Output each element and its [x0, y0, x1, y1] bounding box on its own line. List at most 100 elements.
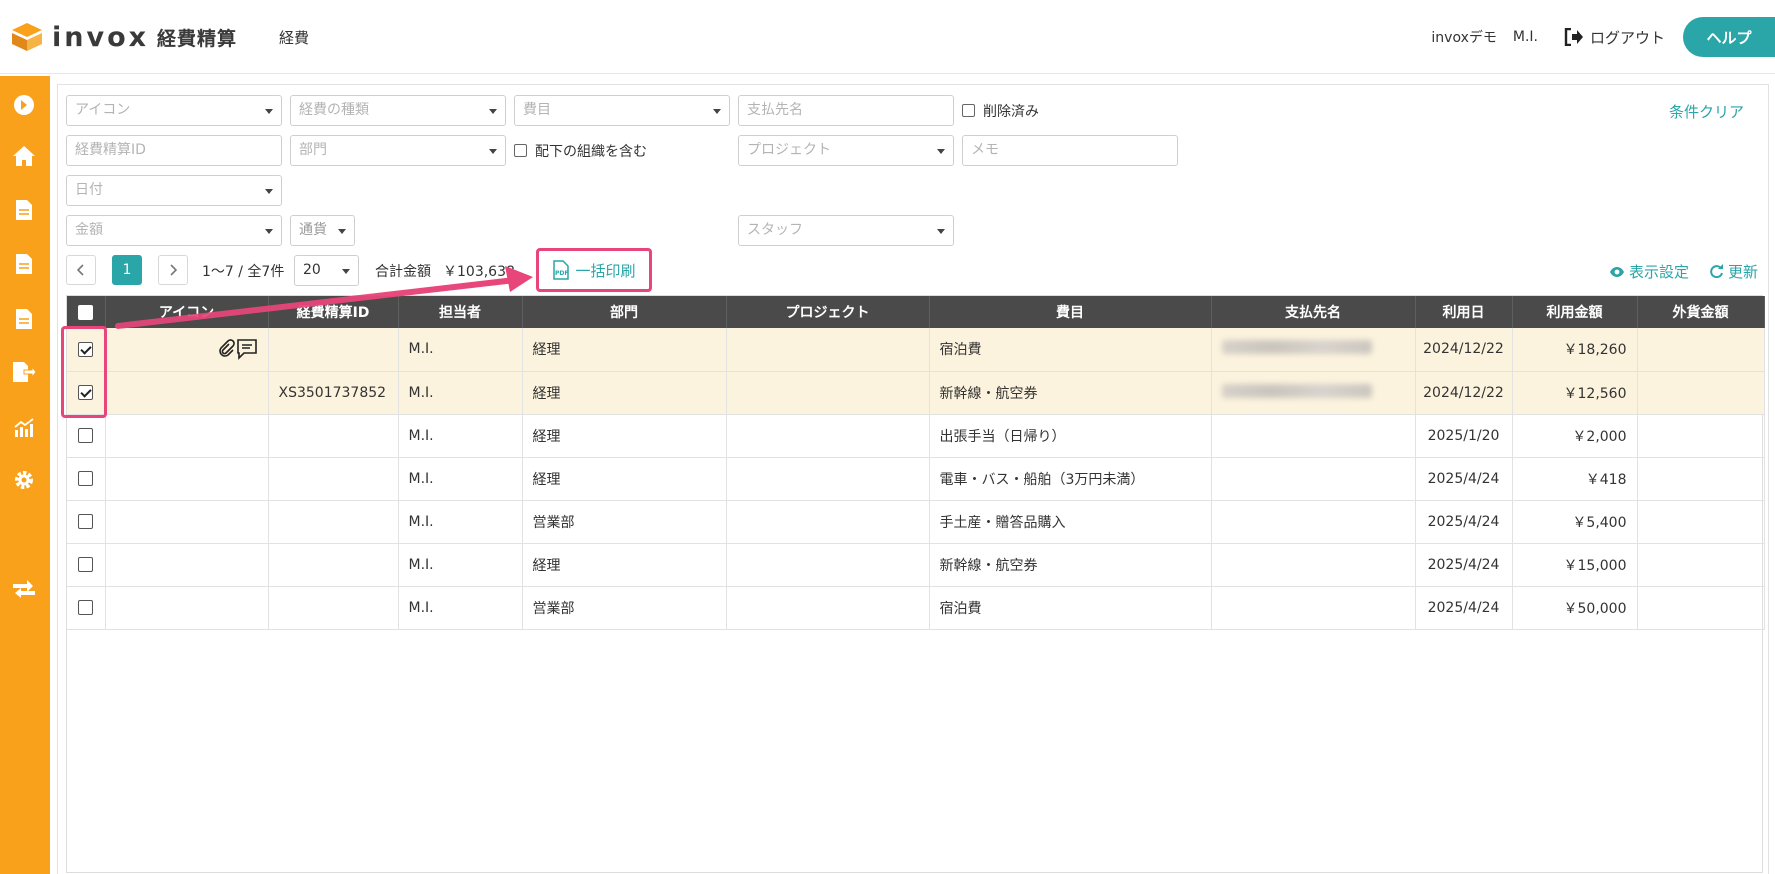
filter-staff-select[interactable]: スタッフ — [738, 215, 954, 246]
prev-page-button[interactable] — [66, 255, 96, 285]
page-range: 1〜7 / 全7件 — [202, 264, 285, 280]
row-checkbox[interactable] — [78, 600, 94, 615]
comment-icon[interactable] — [236, 338, 258, 361]
row-expense-id — [268, 414, 399, 457]
total-amount-value: ￥103,638 — [443, 264, 515, 280]
column-header[interactable]: 利用日 — [1415, 296, 1513, 328]
row-foreign-amount — [1637, 586, 1765, 629]
row-checkbox[interactable] — [78, 471, 94, 486]
column-header[interactable]: 部門 — [522, 296, 727, 328]
gear-icon[interactable] — [12, 468, 36, 492]
row-category: 宿泊費 — [929, 328, 1212, 371]
select-all-checkbox[interactable] — [78, 304, 94, 320]
filter-category-select[interactable]: 費目 — [514, 95, 730, 126]
row-foreign-amount — [1637, 371, 1765, 414]
row-staff: M.I. — [398, 371, 523, 414]
row-select-cell[interactable] — [67, 586, 106, 629]
logo[interactable]: invox 経費精算 — [10, 20, 237, 54]
page-button-current[interactable]: 1 — [112, 255, 142, 285]
document-icon[interactable] — [12, 198, 36, 222]
column-header[interactable]: 利用金額 — [1512, 296, 1638, 328]
table-row[interactable]: XS3501737852 M.I. 経理 新幹線・航空券 2024/12/22 ￥12,5… — [67, 371, 1765, 414]
filter-expense-id-input[interactable]: 経費精算ID — [66, 135, 282, 166]
next-page-button[interactable] — [158, 255, 188, 285]
table-row[interactable]: M.I. 営業部 手土産・贈答品購入 2025/4/24 ￥5,400 — [67, 500, 1765, 543]
help-button[interactable]: ヘルプ — [1683, 17, 1775, 57]
row-icons-cell — [105, 500, 269, 543]
row-staff: M.I. — [398, 500, 523, 543]
row-icons-cell — [105, 457, 269, 500]
filter-department-select[interactable]: 部門 — [290, 135, 506, 166]
filter-amount-select[interactable]: 金額 — [66, 215, 282, 246]
column-header[interactable]: 支払先名 — [1211, 296, 1416, 328]
table-row[interactable]: M.I. 営業部 宿泊費 2025/4/24 ￥50,000 — [67, 586, 1765, 629]
filter-date-select[interactable]: 日付 — [66, 175, 282, 206]
filter-include-sub-checkbox[interactable]: 配下の組織を含む — [514, 135, 647, 166]
row-project — [726, 414, 930, 457]
filter-currency-select[interactable]: 通貨 — [290, 215, 355, 246]
logout-button[interactable]: ログアウト — [1564, 27, 1665, 48]
filter-deleted-checkbox[interactable]: 削除済み — [962, 95, 1039, 126]
row-staff: M.I. — [398, 414, 523, 457]
table-row[interactable]: M.I. 経理 電車・バス・船舶（3万円未満） 2025/4/24 ￥418 — [67, 457, 1765, 500]
column-header[interactable]: 経費精算ID — [268, 296, 399, 328]
filter-project-select[interactable]: プロジェクト — [738, 135, 954, 166]
nav-item-expense[interactable]: 経費 — [279, 27, 309, 48]
filter-expense-type-select[interactable]: 経費の種類 — [290, 95, 506, 126]
row-amount: ￥5,400 — [1512, 500, 1638, 543]
logo-subtitle: 経費精算 — [157, 27, 238, 50]
row-foreign-amount — [1637, 328, 1765, 371]
column-header[interactable]: 担当者 — [398, 296, 523, 328]
chart-icon[interactable] — [12, 416, 36, 440]
table-row[interactable]: M.I. 経理 新幹線・航空券 2025/4/24 ￥15,000 — [67, 543, 1765, 586]
document-icon[interactable] — [12, 307, 36, 331]
row-category: 新幹線・航空券 — [929, 371, 1212, 414]
column-header[interactable]: 費目 — [929, 296, 1212, 328]
filter-memo-input[interactable]: メモ — [962, 135, 1178, 166]
refresh-button[interactable]: 更新 — [1709, 261, 1758, 282]
checkbox[interactable] — [514, 144, 527, 157]
column-header[interactable]: プロジェクト — [726, 296, 930, 328]
home-icon[interactable] — [12, 144, 36, 168]
row-select-cell[interactable] — [67, 500, 106, 543]
document-export-icon[interactable] — [12, 360, 36, 384]
select-all-cell[interactable] — [67, 296, 106, 328]
row-amount: ￥50,000 — [1512, 586, 1638, 629]
svg-text:PDF: PDF — [555, 270, 568, 277]
document-icon[interactable] — [12, 252, 36, 276]
transfer-icon[interactable] — [12, 577, 36, 601]
logo-box-icon — [10, 21, 44, 53]
row-staff: M.I. — [398, 457, 523, 500]
eye-icon — [1609, 266, 1624, 277]
row-department: 経理 — [522, 414, 727, 457]
row-select-cell[interactable] — [67, 414, 106, 457]
row-category: 新幹線・航空券 — [929, 543, 1212, 586]
arrow-right-circle-icon[interactable] — [12, 93, 36, 117]
bulk-print-button[interactable]: PDF 一括印刷 — [536, 248, 652, 292]
table-row[interactable]: M.I. 経理 出張手当（日帰り） 2025/1/20 ￥2,000 — [67, 414, 1765, 457]
filter-payee-input[interactable]: 支払先名 — [738, 95, 954, 126]
per-page-select[interactable]: 20 — [294, 255, 359, 286]
row-department: 経理 — [522, 543, 727, 586]
row-select-cell[interactable] — [67, 457, 106, 500]
checkbox[interactable] — [962, 104, 975, 117]
filter-icon-select[interactable]: アイコン — [66, 95, 282, 126]
row-payee — [1211, 543, 1416, 586]
column-header[interactable]: 外貨金額 — [1637, 296, 1765, 328]
paperclip-icon[interactable] — [216, 339, 236, 359]
row-icons-cell — [105, 543, 269, 586]
row-department: 経理 — [522, 371, 727, 414]
row-project — [726, 371, 930, 414]
column-header[interactable]: アイコン — [105, 296, 269, 328]
logout-icon — [1564, 28, 1583, 46]
row-project — [726, 543, 930, 586]
pdf-icon: PDF — [553, 260, 570, 280]
row-checkbox[interactable] — [78, 428, 94, 443]
row-checkbox[interactable] — [78, 557, 94, 572]
row-select-cell[interactable] — [67, 543, 106, 586]
table-row[interactable]: M.I. 経理 宿泊費 2024/12/22 ￥18,260 — [67, 328, 1765, 371]
display-settings-button[interactable]: 表示設定 — [1609, 261, 1689, 282]
logo-text: invox — [52, 21, 150, 53]
clear-filters-link[interactable]: 条件クリア — [1669, 101, 1744, 122]
row-checkbox[interactable] — [78, 514, 94, 529]
